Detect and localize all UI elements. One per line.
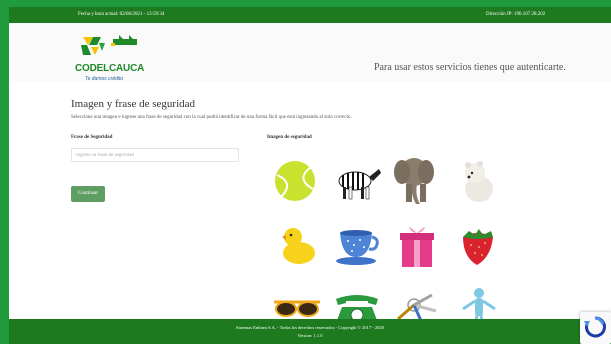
instructions-text: Seleccione una imagen e ingrese una fras… (71, 115, 352, 120)
top-bar: Fecha y hora actual: 02/06/2021 - 13:59:… (9, 7, 611, 23)
logo-wordmark: CODELCAUCA (75, 63, 145, 74)
authentication-message: Para usar estos servicios tienes que aut… (374, 62, 566, 73)
gift-box-icon (400, 226, 434, 267)
security-image-gift-box[interactable] (387, 215, 447, 275)
continue-button[interactable]: Continuar (71, 186, 105, 202)
copyright-text: Sistemas Enlinea S.A. - Todos los derech… (236, 325, 384, 330)
images-label: Imagen de seguridad (267, 135, 312, 140)
security-image-zebra[interactable] (327, 151, 387, 211)
security-image-strawberry[interactable] (447, 215, 507, 275)
header: CODELCAUCA Te damos crédito Para usar es… (9, 23, 611, 82)
footer: Sistemas Enlinea S.A. - Todos los derech… (9, 319, 611, 344)
security-image-rubber-duck[interactable] (267, 215, 327, 275)
polar-bear-icon (465, 161, 493, 202)
recaptcha-badge[interactable] (580, 312, 611, 344)
current-datetime: Fecha y hora actual: 02/06/2021 - 13:59:… (78, 12, 165, 17)
security-phrase-input[interactable] (71, 148, 239, 162)
version-text: Version: 1.1.0 (297, 333, 323, 338)
elephant-icon (394, 158, 434, 204)
zebra-icon (338, 169, 381, 200)
teacup-icon (336, 230, 379, 265)
page: Fecha y hora actual: 02/06/2021 - 13:59:… (9, 7, 611, 344)
ip-address: Dirección IP: 190.107.28.202 (486, 12, 546, 17)
security-image-tennis-ball[interactable] (265, 151, 325, 211)
tennis-ball-icon (275, 161, 315, 201)
strawberry-icon (463, 229, 493, 265)
rubber-duck-icon (282, 228, 315, 264)
page-title: Imagen y frase de seguridad (71, 98, 196, 110)
security-image-polar-bear[interactable] (447, 151, 507, 211)
security-form-section: Imagen y frase de seguridad Seleccione u… (9, 81, 611, 331)
security-image-teacup[interactable] (327, 215, 387, 275)
phrase-label: Frase de Seguridad (71, 135, 113, 140)
security-image-elephant[interactable] (384, 151, 444, 211)
recaptcha-icon (584, 316, 606, 338)
